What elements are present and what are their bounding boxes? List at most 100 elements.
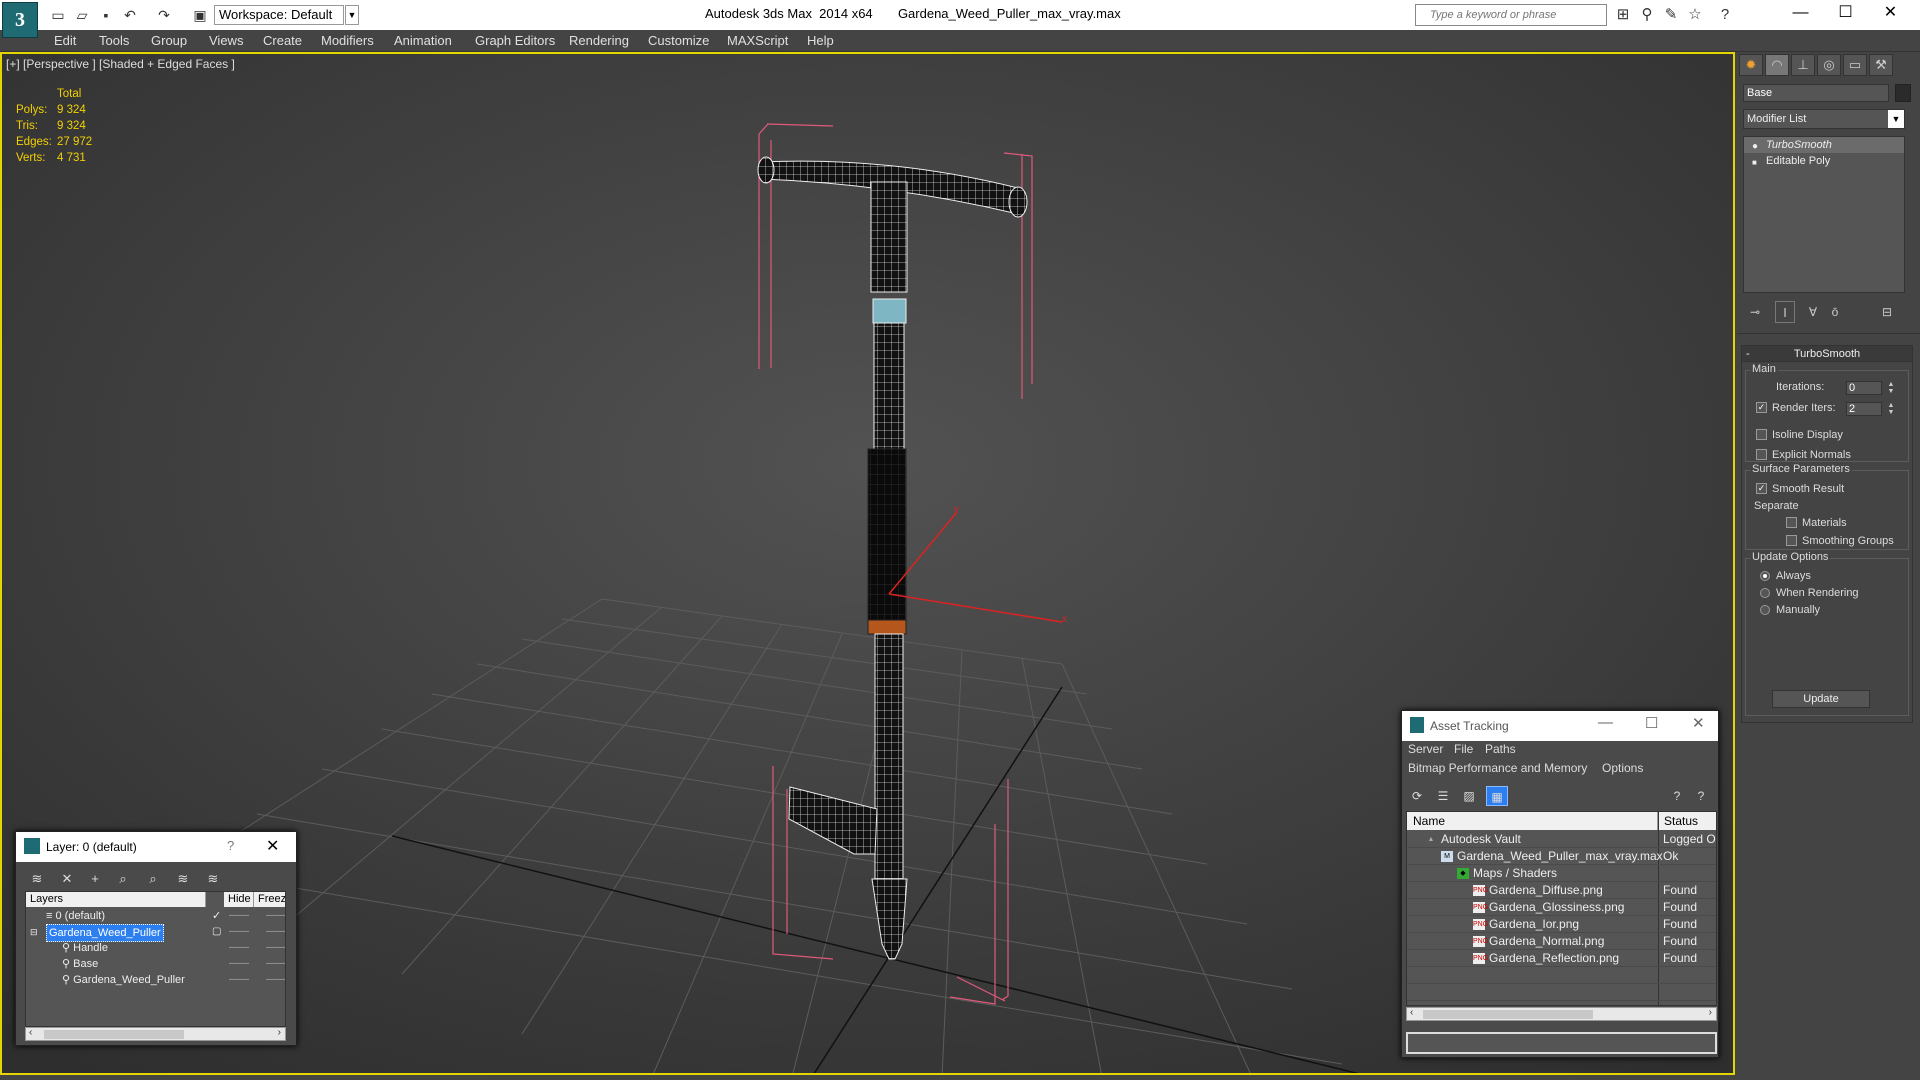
menu-group[interactable]: Group [151,33,187,48]
active-layer-toggle-icon[interactable]: ▢ [212,924,221,940]
maximize-icon[interactable]: ☐ [1823,0,1868,28]
workspace-dropdown[interactable]: Workspace: Default [214,5,344,25]
materials-checkbox[interactable] [1786,517,1797,528]
remove-modifier-icon[interactable]: ō [1825,301,1845,323]
help-icon[interactable]: ? [227,838,234,853]
update-button[interactable]: Update [1772,690,1870,708]
chevron-down-icon[interactable]: ▼ [345,5,359,25]
menu-rendering[interactable]: Rendering [569,33,629,48]
help-icon[interactable]: ? [1666,786,1688,806]
object-name-field[interactable]: Base [1743,84,1889,102]
stack-item-turbosmooth[interactable]: ● TurboSmooth [1744,137,1904,153]
asset-row[interactable]: PNG Gardena_Normal.png Found [1407,933,1716,950]
horizontal-scrollbar[interactable]: ‹ › [1406,1007,1717,1021]
binoculars-icon[interactable]: ⊞ [1613,5,1633,25]
always-radio[interactable] [1760,571,1770,581]
expand-icon[interactable]: ■ [1752,155,1757,171]
asset-row[interactable]: PNG Gardena_Reflection.png Found [1407,950,1716,967]
menu-create[interactable]: Create [263,33,302,48]
menu-modifiers[interactable]: Modifiers [321,33,374,48]
explicit-normals-checkbox[interactable] [1756,449,1767,460]
menu-views[interactable]: Views [209,33,243,48]
scroll-left-icon[interactable]: ‹ [29,1027,32,1038]
rollout-header[interactable]: - TurboSmooth [1742,346,1912,362]
app-menu-button[interactable]: 3 [2,2,38,38]
menu-paths[interactable]: Paths [1485,742,1516,756]
menu-edit[interactable]: Edit [54,33,76,48]
save-icon[interactable]: ▪ [96,5,116,25]
col-layers[interactable]: Layers [26,892,206,907]
search-box[interactable] [1415,4,1607,26]
layer-row[interactable]: ⊟ Gardena_Weed_Puller ▢ —— —— [26,924,285,942]
col-hide[interactable]: Hide [224,892,254,907]
active-layer-check-icon[interactable]: ✓ [212,908,221,924]
scroll-left-icon[interactable]: ‹ [1410,1007,1413,1018]
layer-row[interactable]: ≡ 0 (default) ✓ —— —— [26,908,285,924]
table-view-icon[interactable]: ▦ [1486,786,1508,806]
select-objects-icon[interactable]: ⌕ [112,869,134,889]
help-icon[interactable]: ? [1715,5,1735,25]
favorites-icon[interactable]: ☆ [1685,5,1705,25]
menu-maxscript[interactable]: MAXScript [727,33,788,48]
col-name[interactable]: Name [1407,812,1658,830]
asset-row[interactable]: PNG Gardena_Ior.png Found [1407,916,1716,933]
configure-sets-icon[interactable]: ⊟ [1877,301,1897,323]
asset-row[interactable]: ◆ Maps / Shaders [1407,865,1716,882]
scroll-thumb[interactable] [44,1030,184,1039]
open-file-icon[interactable]: ▱ [72,5,92,25]
minimize-icon[interactable]: — [1598,714,1613,731]
list-view-icon[interactable]: ☰ [1432,786,1454,806]
communication-center-icon[interactable]: ✎ [1661,5,1681,25]
scroll-right-icon[interactable]: › [1709,1007,1712,1018]
asset-dialog-titlebar[interactable]: Asset Tracking — ☐ ✕ [1402,711,1718,741]
hide-all-icon[interactable]: ≋ [172,869,194,889]
col-status[interactable]: Status [1658,812,1716,830]
stack-item-editable-poly[interactable]: ■ Editable Poly [1744,153,1904,169]
show-end-result-icon[interactable]: Ⅰ [1775,301,1795,323]
asset-row[interactable]: M Gardena_Weed_Puller_max_vray.max Ok [1407,848,1716,865]
smooth-result-checkbox[interactable]: ✓ [1756,483,1767,494]
delete-layer-icon[interactable]: ✕ [56,869,78,889]
scroll-right-icon[interactable]: › [278,1027,281,1038]
undo-icon[interactable]: ↶ [120,5,140,25]
asset-row[interactable]: ▲ Autodesk Vault Logged O [1407,831,1716,848]
menu-graph-editors[interactable]: Graph Editors [475,33,555,48]
close-icon[interactable]: ✕ [1692,714,1705,732]
hierarchy-tab-icon[interactable]: ⊥ [1791,54,1815,76]
chevron-down-icon[interactable]: ▼ [1888,110,1904,128]
project-folder-icon[interactable]: ▣ [190,5,210,25]
menu-customize[interactable]: Customize [648,33,709,48]
display-tab-icon[interactable]: ▭ [1843,54,1867,76]
asset-row[interactable]: PNG Gardena_Glossiness.png Found [1407,899,1716,916]
close-icon[interactable]: ✕ [266,836,279,856]
pin-stack-icon[interactable]: ⊸ [1745,301,1765,323]
close-icon[interactable]: ✕ [1868,0,1913,28]
modify-tab-icon[interactable]: ◠ [1765,54,1789,76]
render-iters-spinner[interactable]: 2 [1846,402,1882,416]
manually-radio[interactable] [1760,605,1770,615]
menu-server[interactable]: Server [1408,742,1443,756]
when-rendering-radio[interactable] [1760,588,1770,598]
create-tab-icon[interactable]: ✹ [1739,54,1763,76]
add-to-layer-icon[interactable]: + [84,869,106,889]
iterations-spinner[interactable]: 0 [1846,381,1882,395]
make-unique-icon[interactable]: ∀ [1803,301,1823,323]
expand-icon[interactable]: ⊟ [30,924,38,940]
utilities-tab-icon[interactable]: ⚒ [1869,54,1893,76]
refresh-icon[interactable]: ⟳ [1406,786,1428,806]
viewport-label[interactable]: [+] [Perspective ] [Shaded + Edged Faces… [6,57,235,71]
minimize-icon[interactable]: — [1778,0,1823,28]
spinner-arrows-icon[interactable]: ▲ ▼ [1886,402,1896,416]
menu-tools[interactable]: Tools [99,33,129,48]
help-context-icon[interactable]: ? [1690,786,1712,806]
motion-tab-icon[interactable]: ◎ [1817,54,1841,76]
new-file-icon[interactable]: ▭ [48,5,68,25]
menu-bitmap-performance[interactable]: Bitmap Performance and Memory [1408,761,1587,775]
path-field[interactable] [1406,1032,1717,1054]
layer-row[interactable]: ⚲ Base —— —— [26,956,285,972]
modifier-list-dropdown[interactable]: Modifier List ▼ [1743,109,1905,129]
layer-row[interactable]: ⚲ Gardena_Weed_Puller —— —— [26,972,285,988]
render-iters-checkbox[interactable]: ✓ [1756,402,1767,413]
menu-animation[interactable]: Animation [394,33,452,48]
col-freeze[interactable]: Freez [254,892,285,907]
